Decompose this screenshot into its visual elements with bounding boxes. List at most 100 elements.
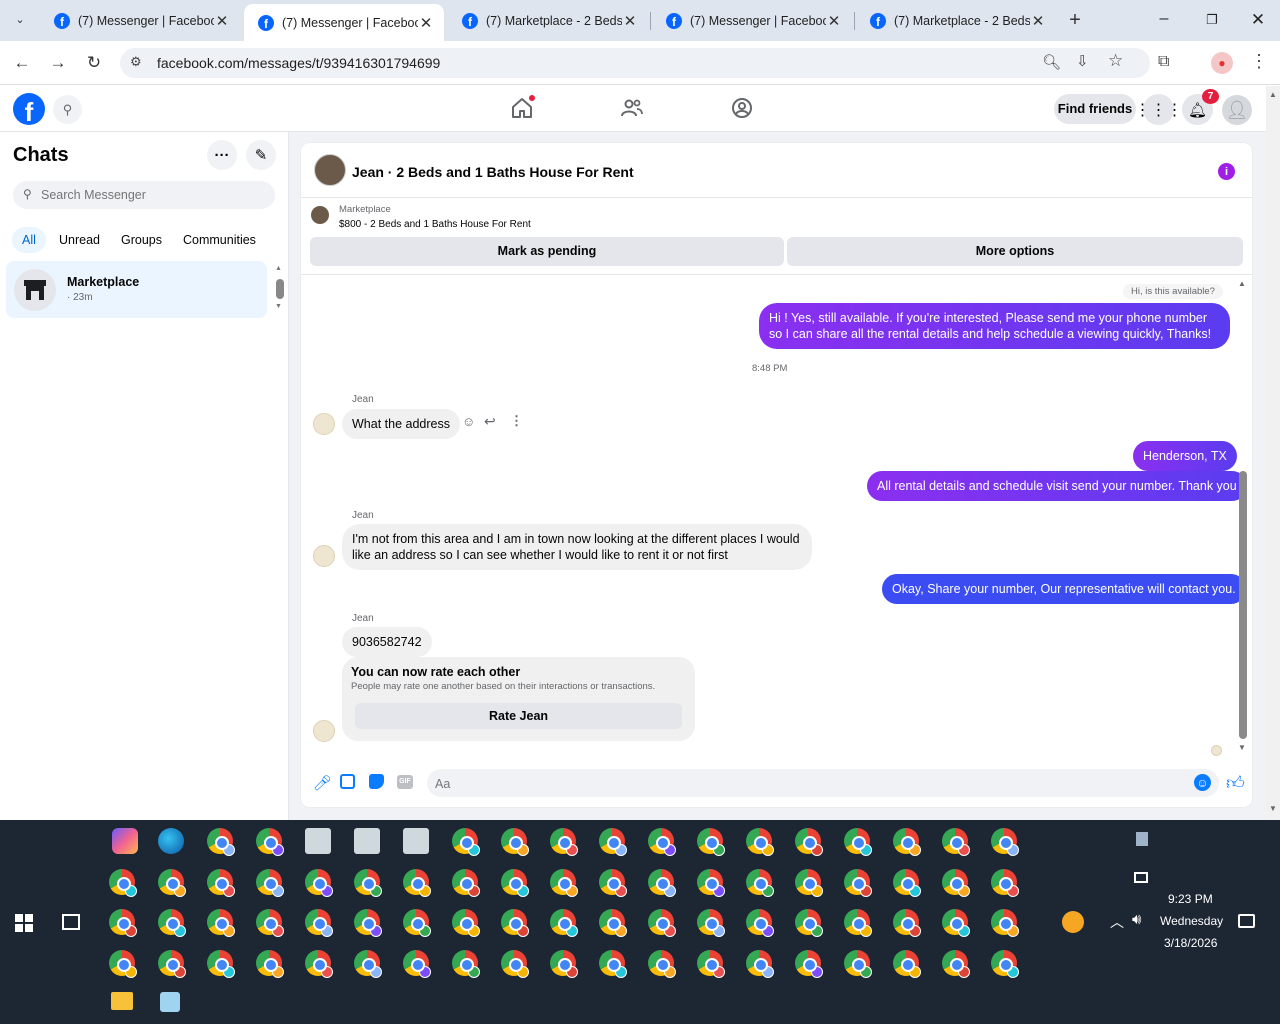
taskbar-chrome-icon[interactable] xyxy=(795,950,823,978)
restore-window-button[interactable]: ❐ xyxy=(1200,8,1224,32)
rate-jean-button[interactable]: Rate Jean xyxy=(355,703,682,729)
sticker-icon[interactable] xyxy=(369,774,384,789)
search-messenger-input[interactable] xyxy=(41,186,261,204)
taskbar-notepad-icon[interactable] xyxy=(160,992,180,1012)
filter-groups[interactable]: Groups xyxy=(121,233,162,247)
taskbar-chrome-icon[interactable] xyxy=(501,828,529,856)
tab-close-icon[interactable]: ✕ xyxy=(418,14,434,32)
message-incoming[interactable]: What the address xyxy=(342,409,460,439)
clock-date[interactable]: 3/18/2026 xyxy=(1164,936,1217,950)
network-icon[interactable] xyxy=(1134,872,1148,883)
taskbar-chrome-icon[interactable] xyxy=(550,909,578,937)
taskbar-chrome-icon[interactable] xyxy=(305,909,333,937)
taskbar-chrome-icon[interactable] xyxy=(893,950,921,978)
taskbar-chrome-icon[interactable] xyxy=(550,950,578,978)
taskbar-chrome-icon[interactable] xyxy=(599,828,627,856)
taskbar-chrome-icon[interactable] xyxy=(403,869,431,897)
browser-tab-2[interactable]: f (7) Messenger | Facebook ✕ xyxy=(244,4,444,41)
taskbar-chrome-icon[interactable] xyxy=(746,869,774,897)
taskbar-chrome-icon[interactable] xyxy=(305,869,333,897)
taskbar-chrome-icon[interactable] xyxy=(158,869,186,897)
taskbar-chrome-icon[interactable] xyxy=(648,909,676,937)
jean-avatar[interactable] xyxy=(313,413,335,435)
conversation-item-marketplace[interactable]: Marketplace · 23m xyxy=(6,261,267,318)
taskbar-chrome-icon[interactable] xyxy=(844,909,872,937)
page-scrollbar[interactable]: ▲ ▼ xyxy=(1266,86,1280,820)
taskbar-chrome-icon[interactable] xyxy=(942,828,970,856)
more-options-icon[interactable]: ··· xyxy=(207,140,237,170)
display-icon[interactable] xyxy=(1136,832,1148,846)
message-input[interactable] xyxy=(435,775,1175,792)
taskbar-chrome-icon[interactable] xyxy=(501,869,529,897)
taskbar-chrome-icon[interactable] xyxy=(697,909,725,937)
listing-description[interactable]: $800 - 2 Beds and 1 Baths House For Rent xyxy=(339,219,531,230)
taskbar-chrome-icon[interactable] xyxy=(893,909,921,937)
message-incoming[interactable]: 9036582742 xyxy=(342,627,432,657)
filter-unread[interactable]: Unread xyxy=(59,233,100,247)
taskbar-chrome-icon[interactable] xyxy=(403,950,431,978)
taskbar-chrome-icon[interactable] xyxy=(991,869,1019,897)
back-arrow-icon[interactable]: ← xyxy=(10,51,34,75)
taskbar-chrome-icon[interactable] xyxy=(256,950,284,978)
taskbar-chrome-icon[interactable] xyxy=(256,828,284,856)
install-app-icon[interactable]: ⇩ xyxy=(1076,52,1089,70)
taskbar-chrome-icon[interactable] xyxy=(746,909,774,937)
taskbar-chrome-icon[interactable] xyxy=(991,828,1019,856)
listing-photo-avatar[interactable] xyxy=(314,154,346,186)
show-hidden-icons-chevron-icon[interactable]: ︿ xyxy=(1110,912,1124,932)
tab-close-icon[interactable]: ✕ xyxy=(214,12,230,30)
find-friends-button[interactable]: Find friends xyxy=(1054,94,1136,124)
mark-as-pending-button[interactable]: Mark as pending xyxy=(310,237,784,266)
taskbar-chrome-icon[interactable] xyxy=(207,828,235,856)
browser-tab-1[interactable]: f (7) Messenger | Facebook ✕ xyxy=(40,6,240,35)
react-emoji-icon[interactable]: ☺ xyxy=(462,414,475,429)
taskbar-chrome-icon[interactable] xyxy=(452,869,480,897)
like-thumbs-up-icon[interactable]: 👍︎ xyxy=(1226,772,1245,794)
browser-tab-4[interactable]: f (7) Messenger | Facebook ✕ xyxy=(652,6,852,35)
forward-arrow-icon[interactable]: → xyxy=(46,51,70,75)
taskbar-chrome-icon[interactable] xyxy=(550,828,578,856)
emoji-picker-icon[interactable]: ☺ xyxy=(1194,774,1211,791)
taskbar-chrome-icon[interactable] xyxy=(403,909,431,937)
message-outgoing[interactable]: Henderson, TX xyxy=(1133,441,1237,471)
taskbar-chrome-icon[interactable] xyxy=(648,869,676,897)
tab-close-icon[interactable]: ✕ xyxy=(826,12,842,30)
taskbar-desktop-app-icon[interactable] xyxy=(403,828,429,854)
taskbar-chrome-icon[interactable] xyxy=(452,828,480,856)
taskbar-chrome-icon[interactable] xyxy=(795,869,823,897)
browser-tab-3[interactable]: f (7) Marketplace - 2 Beds ✕ xyxy=(448,6,648,35)
gif-icon[interactable]: GIF xyxy=(397,775,413,789)
scroll-down-arrow-icon[interactable]: ▼ xyxy=(1269,804,1277,813)
taskbar-chrome-icon[interactable] xyxy=(844,828,872,856)
notifications-center-icon[interactable] xyxy=(1238,914,1255,928)
taskbar-chrome-icon[interactable] xyxy=(893,828,921,856)
taskbar-file-explorer-icon[interactable] xyxy=(111,992,133,1010)
taskbar-chrome-icon[interactable] xyxy=(844,869,872,897)
scroll-up-arrow-icon[interactable]: ▲ xyxy=(1269,90,1277,99)
taskbar-chrome-icon[interactable] xyxy=(550,869,578,897)
bookmark-star-icon[interactable]: ☆ xyxy=(1108,51,1123,71)
taskbar-chrome-icon[interactable] xyxy=(893,869,921,897)
taskbar-desktop-app-icon[interactable] xyxy=(305,828,331,854)
taskbar-chrome-icon[interactable] xyxy=(697,828,725,856)
profile-avatar-icon[interactable]: ● xyxy=(1211,52,1233,74)
menu-grid-icon[interactable]: ⋮⋮⋮ xyxy=(1135,94,1183,125)
taskbar-chrome-icon[interactable] xyxy=(746,950,774,978)
chat-scrollbar[interactable]: ▲ ▼ xyxy=(1237,279,1249,755)
taskbar-chrome-icon[interactable] xyxy=(795,828,823,856)
reload-icon[interactable]: ↻ xyxy=(82,51,106,75)
taskbar-chrome-icon[interactable] xyxy=(942,909,970,937)
jean-avatar[interactable] xyxy=(313,720,335,742)
close-window-button[interactable]: ✕ xyxy=(1246,8,1270,32)
taskbar-chrome-icon[interactable] xyxy=(452,950,480,978)
taskbar-chrome-icon[interactable] xyxy=(452,909,480,937)
facebook-logo-icon[interactable]: f xyxy=(13,93,45,125)
taskbar-chrome-icon[interactable] xyxy=(207,869,235,897)
taskbar-chrome-icon[interactable] xyxy=(305,950,333,978)
tab-close-icon[interactable]: ✕ xyxy=(1030,12,1046,30)
taskbar-chrome-icon[interactable] xyxy=(158,909,186,937)
reply-arrow-icon[interactable]: ↩ xyxy=(484,413,496,430)
taskbar-chrome-icon[interactable] xyxy=(599,909,627,937)
taskbar-chrome-icon[interactable] xyxy=(501,909,529,937)
minimize-window-button[interactable]: – xyxy=(1152,8,1176,32)
